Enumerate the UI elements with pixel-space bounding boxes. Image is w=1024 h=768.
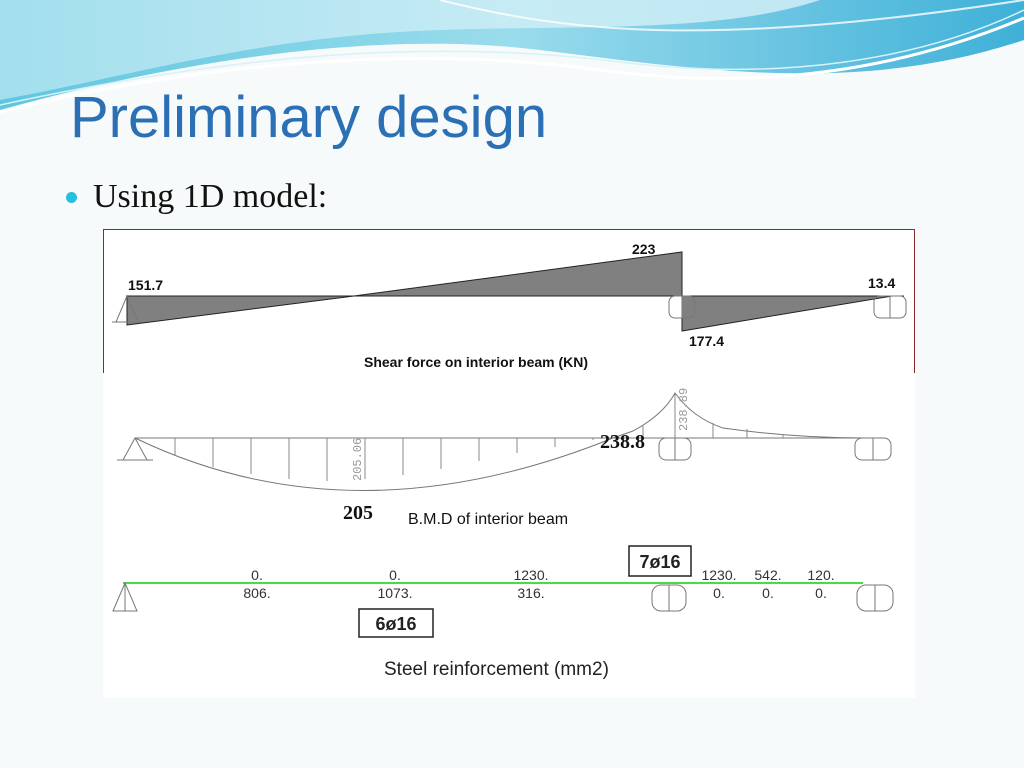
shear-force-panel: 151.7 223 177.4 13.4 Shear force on inte… bbox=[103, 229, 915, 373]
roller-support-right-icon bbox=[873, 295, 907, 319]
shear-left-positive bbox=[353, 251, 683, 297]
bmd-hatch-lines bbox=[174, 393, 784, 481]
bmd-hog-label: 238.8 bbox=[600, 431, 645, 453]
steel-bottom-3: 0. bbox=[713, 585, 725, 601]
bmd-sag-rotated-value: 205.06 bbox=[351, 438, 365, 481]
shear-drop-value: 177.4 bbox=[689, 333, 724, 349]
shear-peak-value: 223 bbox=[632, 241, 656, 257]
shear-left-negative bbox=[126, 295, 355, 326]
steel-bottom-5: 0. bbox=[815, 585, 827, 601]
bmd-steel-diagram: 205.06 238.89 238.8 205 B.M.D of interio… bbox=[112, 388, 894, 680]
steel-top-1: 0. bbox=[389, 567, 401, 583]
bullet-dot-icon bbox=[66, 191, 77, 203]
bmd-caption: B.M.D of interior beam bbox=[408, 511, 568, 528]
steel-top-4: 542. bbox=[754, 567, 781, 583]
top-bar-label: 7ø16 bbox=[639, 552, 680, 572]
shear-force-diagram: 151.7 223 177.4 13.4 Shear force on inte… bbox=[112, 241, 907, 370]
bullet-text: Using 1D model: bbox=[93, 178, 328, 215]
steel-pin-support-left-icon bbox=[112, 581, 138, 612]
steel-bottom-2: 316. bbox=[517, 585, 544, 601]
steel-roller-support-right-icon bbox=[856, 584, 894, 612]
shear-caption: Shear force on interior beam (KN) bbox=[364, 354, 588, 370]
steel-bottom-0: 806. bbox=[243, 585, 270, 601]
bmd-roller-support-right-icon bbox=[854, 437, 892, 461]
bullet-item: Using 1D model: bbox=[66, 178, 327, 216]
steel-top-2: 1230. bbox=[513, 567, 548, 583]
shear-left-value: 151.7 bbox=[128, 277, 163, 293]
steel-caption: Steel reinforcement (mm2) bbox=[384, 659, 609, 680]
shear-right-span bbox=[681, 295, 893, 332]
page-title: Preliminary design bbox=[70, 85, 548, 150]
bmd-curve bbox=[134, 392, 866, 491]
steel-top-3: 1230. bbox=[701, 567, 736, 583]
steel-bottom-1: 1073. bbox=[377, 585, 412, 601]
steel-top-5: 120. bbox=[807, 567, 834, 583]
steel-top-0: 0. bbox=[251, 567, 263, 583]
bmd-sag-label: 205 bbox=[343, 502, 373, 524]
bmd-pin-support-left-icon bbox=[117, 436, 153, 461]
bmd-roller-support-middle-icon bbox=[658, 437, 692, 461]
bmd-panel: 205.06 238.89 238.8 205 B.M.D of interio… bbox=[103, 373, 915, 698]
shear-right-value: 13.4 bbox=[868, 275, 895, 291]
steel-bottom-4: 0. bbox=[762, 585, 774, 601]
steel-roller-support-middle-icon bbox=[651, 584, 687, 612]
bottom-bar-label: 6ø16 bbox=[375, 614, 416, 634]
bmd-hog-rotated-value: 238.89 bbox=[677, 388, 691, 431]
